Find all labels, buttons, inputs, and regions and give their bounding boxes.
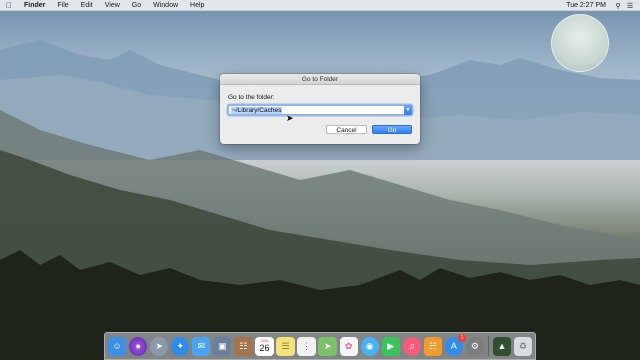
notes-icon[interactable]: ☰ bbox=[276, 336, 295, 356]
mouse-cursor-icon: ➤ bbox=[286, 113, 294, 123]
recent-folders-dropdown-icon[interactable]: ▼ bbox=[404, 105, 412, 115]
safari-icon[interactable]: ✦ bbox=[171, 336, 190, 356]
menu-bar:  Finder File Edit View Go Window Help T… bbox=[0, 0, 640, 11]
menu-clock[interactable]: Tue 2:27 PM bbox=[560, 2, 612, 9]
finder-icon[interactable]: ☺ bbox=[108, 336, 127, 356]
menu-app-finder[interactable]: Finder bbox=[18, 0, 51, 11]
menu-file[interactable]: File bbox=[51, 0, 74, 11]
photos-icon[interactable]: ✿ bbox=[339, 336, 358, 356]
facetime-icon[interactable]: ▶ bbox=[381, 336, 400, 356]
ibooks-icon[interactable]: ☵ bbox=[423, 336, 442, 356]
menu-view[interactable]: View bbox=[99, 0, 126, 11]
folder-path-value[interactable]: ~/Library/Caches bbox=[231, 107, 283, 114]
app-store-icon[interactable]: A 1 bbox=[444, 333, 466, 356]
mail-icon[interactable]: ✉ bbox=[192, 336, 211, 356]
maps-icon[interactable]: ➤ bbox=[318, 336, 337, 356]
calendar-icon[interactable]: JUN 26 bbox=[255, 336, 274, 356]
notes-book-icon[interactable]: ☷ bbox=[234, 336, 253, 356]
menu-help[interactable]: Help bbox=[184, 0, 210, 11]
photos-preview-icon[interactable]: ▣ bbox=[213, 336, 232, 356]
dialog-title: Go to Folder bbox=[220, 74, 420, 85]
app-store-badge: 1 bbox=[458, 333, 466, 342]
menu-go[interactable]: Go bbox=[126, 0, 147, 11]
calendar-day: 26 bbox=[259, 342, 270, 353]
reminders-icon[interactable]: ⋮ bbox=[297, 336, 316, 356]
messages-icon[interactable]: ◉ bbox=[360, 336, 379, 356]
system-preferences-icon[interactable]: ⚙ bbox=[465, 336, 485, 356]
spotlight-icon[interactable]: ⚲ bbox=[612, 2, 624, 10]
go-to-folder-dialog: Go to Folder Go to the folder: ~/Library… bbox=[220, 74, 420, 144]
menu-window[interactable]: Window bbox=[147, 0, 184, 11]
go-button[interactable]: Go bbox=[372, 125, 412, 134]
notification-center-icon[interactable]: ☰ bbox=[624, 2, 636, 10]
dialog-prompt: Go to the folder: bbox=[228, 94, 275, 101]
dock: ☺ ● ➤ ✦ ✉ ▣ ☷ JUN 26 ☰ ⋮ ➤ ✿ ◉ ▶ ♫ ☵ A 1… bbox=[104, 332, 536, 360]
user-avatar bbox=[551, 14, 609, 72]
folder-path-input[interactable]: ~/Library/Caches ▼ bbox=[228, 105, 412, 115]
menu-extras: Tue 2:27 PM ⚲ ☰ bbox=[560, 0, 636, 11]
launchpad-icon[interactable]: ➤ bbox=[150, 336, 169, 356]
siri-icon[interactable]: ● bbox=[129, 336, 148, 356]
apple-icon[interactable]:  bbox=[0, 0, 18, 11]
trash-icon[interactable]: ♻ bbox=[513, 336, 533, 356]
cancel-button[interactable]: Cancel bbox=[326, 125, 367, 134]
itunes-icon[interactable]: ♫ bbox=[402, 336, 421, 356]
cleaner-app-icon[interactable]: ▲ bbox=[492, 336, 512, 356]
dock-separator bbox=[487, 336, 489, 356]
menu-edit[interactable]: Edit bbox=[75, 0, 99, 11]
calendar-month: JUN bbox=[260, 337, 269, 343]
